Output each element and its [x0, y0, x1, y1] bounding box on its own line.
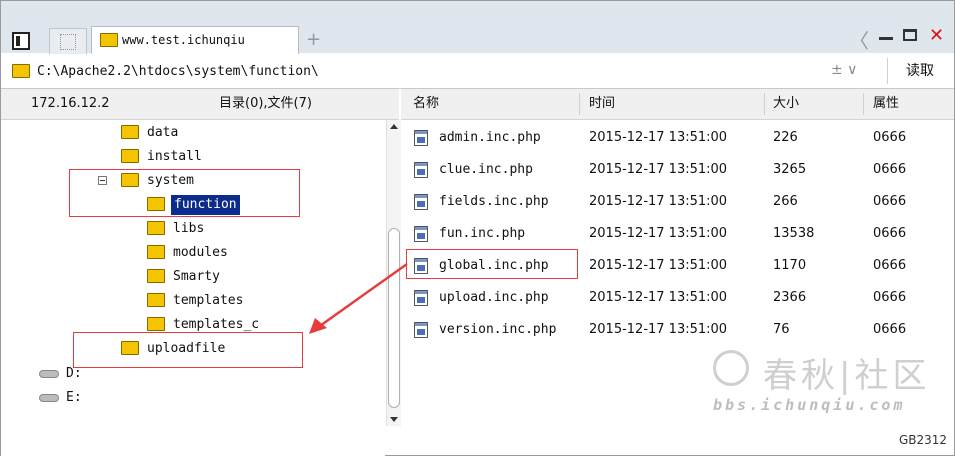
ichunqiu-logo-icon: [713, 350, 749, 386]
file-attr: 0666: [873, 130, 907, 145]
minimize-button[interactable]: [879, 37, 893, 40]
path-bar: C:\Apache2.2\htdocs\system\function\ ± ∨…: [1, 56, 954, 89]
folder-icon: [147, 245, 165, 259]
tab-active[interactable]: www.test.ichunqiu: [91, 26, 299, 54]
file-attr: 0666: [873, 226, 907, 241]
file-row[interactable]: fun.inc.php 2015-12-17 13:51:00 13538 06…: [401, 218, 954, 250]
maximize-button[interactable]: [903, 29, 917, 41]
tree-item-label: templates: [173, 293, 244, 308]
watermark-brand: 春秋|社区: [763, 356, 931, 396]
folder-icon: [147, 221, 165, 235]
encoding-label[interactable]: GB2312: [899, 433, 947, 447]
file-attr: 0666: [873, 322, 907, 337]
file-size: 2366: [773, 290, 807, 305]
file-attr: 0666: [873, 258, 907, 273]
drive-icon: [39, 394, 59, 402]
file-time: 2015-12-17 13:51:00: [589, 322, 728, 337]
folder-icon: [147, 317, 165, 331]
tree-item-label: install: [147, 149, 202, 164]
file-name: fun.inc.php: [439, 226, 526, 241]
file-row[interactable]: admin.inc.php 2015-12-17 13:51:00 226 06…: [401, 122, 954, 154]
close-button[interactable]: ✕: [929, 25, 944, 46]
folder-icon: [100, 33, 118, 47]
drive-icon: [39, 370, 59, 378]
file-row[interactable]: fields.inc.php 2015-12-17 13:51:00 266 0…: [401, 186, 954, 218]
tree-item-label: modules: [173, 245, 228, 260]
file-name: clue.inc.php: [439, 162, 533, 177]
watermark: 春秋|社区 bbs.ichunqiu.com: [713, 350, 933, 420]
app-window: www.test.ichunqiu + 〈 ✕ C:\Apache2.2\htd…: [0, 0, 955, 456]
file-name: fields.inc.php: [439, 194, 549, 209]
folder-icon: [147, 293, 165, 307]
file-size: 266: [773, 194, 798, 209]
file-time: 2015-12-17 13:51:00: [589, 226, 728, 241]
file-size: 13538: [773, 226, 815, 241]
annotation-box-uploadfile: [73, 332, 303, 368]
new-tab-button[interactable]: +: [306, 29, 321, 50]
scroll-up-icon[interactable]: [390, 124, 398, 129]
file-time: 2015-12-17 13:51:00: [589, 194, 728, 209]
file-attr: 0666: [873, 194, 907, 209]
file-name: upload.inc.php: [439, 290, 549, 305]
file-time: 2015-12-17 13:51:00: [589, 130, 728, 145]
tree-header: 172.16.12.2 目录(0),文件(7): [1, 89, 399, 120]
inactive-tab[interactable]: [49, 28, 87, 54]
path-input[interactable]: C:\Apache2.2\htdocs\system\function\: [37, 64, 319, 79]
file-attr: 0666: [873, 290, 907, 305]
folder-icon: [12, 64, 30, 78]
tab-title: www.test.ichunqiu: [122, 33, 245, 47]
file-size: 1170: [773, 258, 807, 273]
scroll-down-icon[interactable]: [390, 417, 398, 422]
file-time: 2015-12-17 13:51:00: [589, 290, 728, 305]
annotation-arrow: [309, 262, 408, 334]
file-attr: 0666: [873, 162, 907, 177]
watermark-url: bbs.ichunqiu.com: [713, 396, 906, 414]
folder-icon: [147, 269, 165, 283]
host-label: 172.16.12.2: [31, 96, 110, 111]
back-button[interactable]: 〈: [849, 25, 869, 54]
php-file-icon: [414, 226, 428, 242]
php-file-icon: [414, 194, 428, 210]
title-bar: www.test.ichunqiu + 〈 ✕: [1, 1, 954, 54]
file-list-header: 名称 时间 大小 属性: [401, 89, 954, 120]
annotation-box-global: [406, 249, 578, 279]
file-row[interactable]: clue.inc.php 2015-12-17 13:51:00 3265 06…: [401, 154, 954, 186]
panel-toggle-icon[interactable]: [12, 32, 30, 50]
file-size: 3265: [773, 162, 807, 177]
annotation-box-system: [69, 169, 300, 217]
tree-item-label: data: [147, 125, 179, 140]
file-time: 2015-12-17 13:51:00: [589, 162, 728, 177]
drive-label: E:: [66, 390, 82, 405]
file-row[interactable]: version.inc.php 2015-12-17 13:51:00 76 0…: [401, 314, 954, 346]
tree-item-label: Smarty: [173, 269, 220, 284]
column-time[interactable]: 时间: [589, 89, 615, 119]
file-size: 76: [773, 322, 790, 337]
column-name[interactable]: 名称: [413, 89, 439, 119]
file-size: 226: [773, 130, 798, 145]
file-name: admin.inc.php: [439, 130, 541, 145]
tree-item-label: libs: [173, 221, 205, 236]
read-button[interactable]: 读取: [887, 58, 952, 84]
php-file-icon: [414, 130, 428, 146]
file-name: version.inc.php: [439, 322, 557, 337]
column-size[interactable]: 大小: [773, 89, 799, 119]
folder-icon: [121, 125, 139, 139]
folder-icon: [121, 149, 139, 163]
file-time: 2015-12-17 13:51:00: [589, 258, 728, 273]
php-file-icon: [414, 162, 428, 178]
path-history-dropdown[interactable]: ± ∨: [831, 62, 857, 78]
dir-file-count: 目录(0),文件(7): [219, 96, 312, 111]
column-attr[interactable]: 属性: [873, 89, 899, 119]
file-row[interactable]: upload.inc.php 2015-12-17 13:51:00 2366 …: [401, 282, 954, 314]
